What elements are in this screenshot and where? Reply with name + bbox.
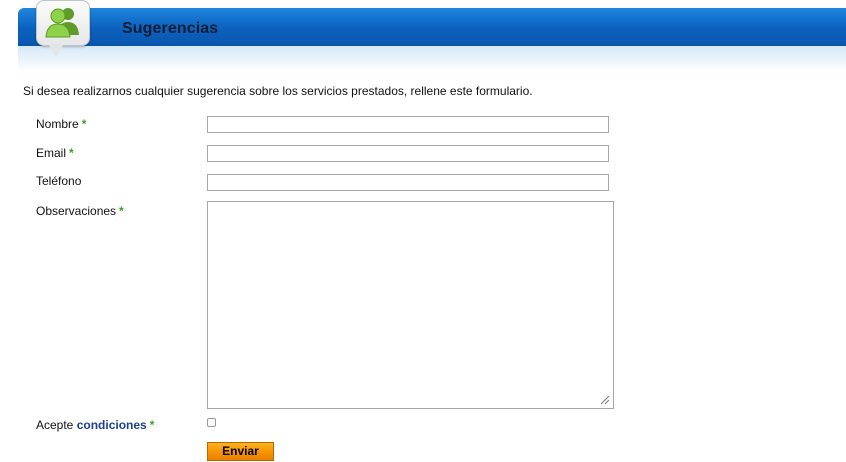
terms-label: Acepte condiciones * (36, 418, 154, 432)
phone-label: Teléfono (36, 174, 81, 188)
email-input[interactable] (207, 145, 609, 162)
required-marker: * (81, 117, 87, 131)
submit-button[interactable]: Enviar (207, 442, 274, 461)
page-title: Sugerencias (122, 20, 219, 37)
intro-text: Si desea realizarnos cualquier sugerenci… (23, 84, 533, 98)
required-marker: * (149, 418, 155, 432)
terms-conditions-link[interactable]: condiciones (77, 418, 147, 432)
name-label: Nombre * (36, 117, 86, 131)
required-marker: * (69, 146, 74, 160)
suggestions-page: Sugerencias Si desea realizarnos cualqui… (0, 0, 846, 462)
resize-grip-icon[interactable] (598, 393, 610, 405)
users-icon (45, 8, 79, 38)
speech-bubble-tail (48, 44, 64, 56)
phone-label-text: Teléfono (36, 174, 82, 188)
phone-input[interactable] (207, 174, 609, 191)
email-label-text: Email (36, 146, 67, 160)
header-gradient-fade (18, 46, 846, 72)
observations-label: Observaciones * (36, 204, 124, 218)
terms-checkbox[interactable] (207, 418, 216, 427)
name-input[interactable] (207, 116, 609, 133)
email-label: Email * (36, 146, 74, 160)
required-marker: * (119, 204, 124, 218)
observations-label-text: Observaciones (36, 204, 117, 218)
observations-textarea[interactable] (207, 201, 614, 409)
terms-label-prefix: Acepte (36, 418, 74, 432)
name-label-text: Nombre (36, 117, 79, 131)
